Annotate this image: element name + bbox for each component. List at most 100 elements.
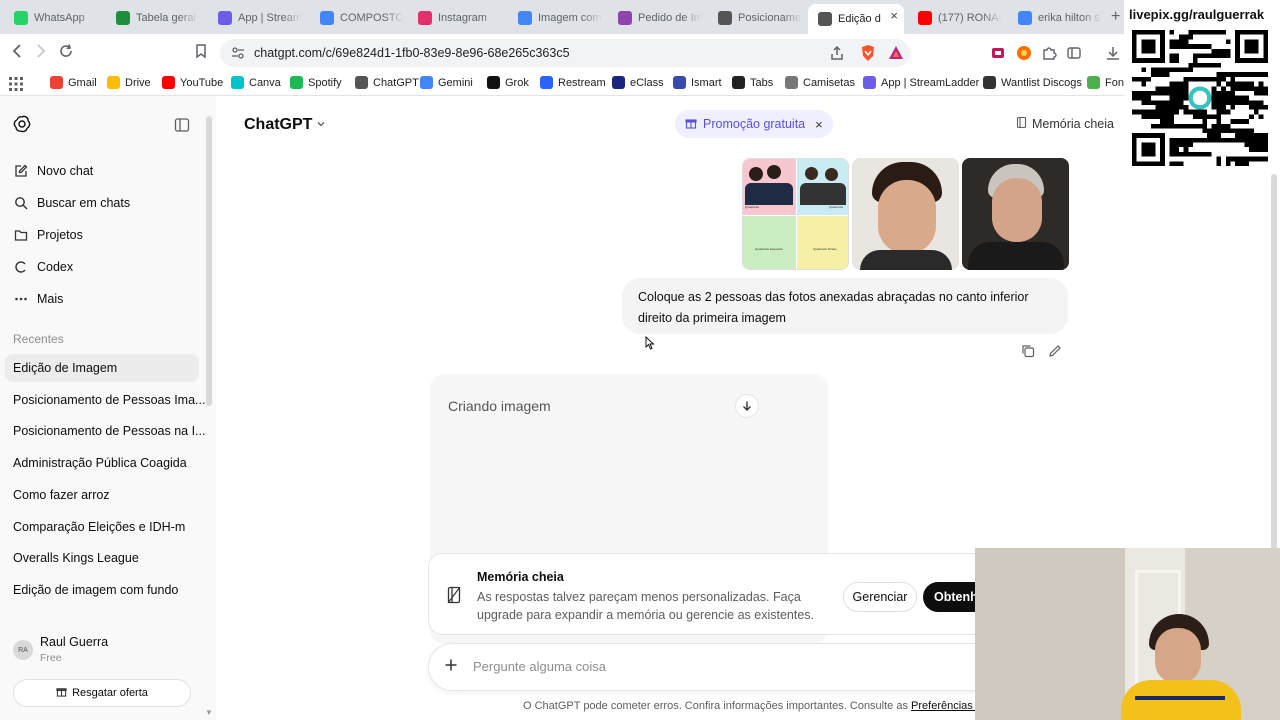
bookmark-label: eClass (630, 76, 664, 89)
bookmark-item[interactable]: ChatGPT (355, 76, 419, 89)
bookmark-item[interactable]: Fon (1087, 76, 1124, 89)
bookmark-label: Drive (125, 76, 151, 89)
brave-shield-icon[interactable] (860, 44, 876, 67)
attachment-image-3[interactable] (962, 158, 1069, 270)
new-tab-button[interactable]: + (1111, 8, 1120, 26)
copy-icon[interactable] (1021, 344, 1035, 361)
sidebar-scrollbar[interactable] (206, 116, 212, 406)
new-chat-button[interactable]: Novo chat (13, 163, 93, 179)
tab-favicon-icon (116, 11, 130, 25)
recent-chat-item[interactable]: Overalls Kings League (13, 551, 139, 565)
browser-tab[interactable]: App | StreamLadder (208, 6, 308, 30)
recent-chat-item[interactable]: Como fazer arroz (13, 488, 110, 502)
plus-icon[interactable] (444, 656, 458, 677)
edit-message-icon[interactable] (1048, 344, 1062, 361)
bookmark-favicon-icon (673, 76, 686, 89)
bookmark-item[interactable]: Wantlist Discogs (983, 76, 1082, 89)
bookmark-item[interactable]: Gmail (50, 76, 97, 89)
main-scrollbar[interactable] (1271, 174, 1277, 550)
back-icon[interactable] (10, 43, 24, 64)
bookmark-item[interactable]: Ismart (673, 76, 722, 89)
download-icon[interactable] (1105, 45, 1121, 66)
free-promo-pill[interactable]: Promoção gratuita × (675, 110, 833, 138)
apps-grid-icon[interactable] (9, 77, 23, 96)
bookmark-label: App | StreamLadder (881, 76, 980, 89)
attachment-image-1[interactable]: Quadrante Quadrante Quadrante Esquerdo Q… (742, 158, 849, 270)
bookmark-label: Ismart (691, 76, 722, 89)
openai-logo-icon[interactable] (13, 115, 31, 138)
message-composer[interactable]: Pergunte alguma coisa (428, 643, 988, 691)
browser-tab[interactable]: erika hilton s (1008, 6, 1108, 30)
browser-tab[interactable]: Posicioname (708, 6, 808, 30)
extension-icon-1[interactable] (990, 45, 1006, 66)
recent-chat-item[interactable]: Edição de Imagem (13, 361, 117, 375)
omnibox[interactable]: chatgpt.com/c/69e824d1-1fb0-83e9-8e96-68… (220, 39, 910, 67)
bookmark-item[interactable]: App | StreamLadder (863, 76, 979, 89)
browser-tab[interactable]: Edição d × (808, 4, 904, 34)
extensions-puzzle-icon[interactable] (1041, 45, 1057, 66)
search-chats-button[interactable]: Buscar em chats (13, 195, 130, 211)
user-menu[interactable]: RA Raul Guerra Free (13, 634, 203, 668)
codex-icon (13, 259, 29, 275)
recent-chat-item[interactable]: Posicionamento de Pessoas na I... (13, 424, 205, 438)
share-icon[interactable] (829, 45, 845, 66)
bookmark-favicon-icon (983, 76, 996, 89)
recent-chat-item[interactable]: Edição de imagem com fundo (13, 583, 178, 597)
attachment-image-2[interactable] (852, 158, 959, 270)
person-figure (825, 168, 838, 181)
bookmark-item[interactable]: Restream (540, 76, 606, 89)
codex-button[interactable]: Codex (13, 259, 73, 275)
url-text[interactable]: chatgpt.com/c/69e824d1-1fb0-83e9-8e96-68… (254, 46, 570, 60)
bookmark-label: Fon (1105, 76, 1124, 89)
browser-tab[interactable]: Pedido de Im (608, 6, 708, 30)
bookmark-icon[interactable] (195, 43, 207, 64)
quadrant-br (797, 216, 848, 269)
close-icon[interactable]: × (815, 117, 823, 132)
gift-icon (56, 686, 67, 700)
browser-tab[interactable]: Tabela geral (106, 6, 204, 30)
bookmark-item[interactable]: Drive (107, 76, 151, 89)
recent-chat-item[interactable]: Administração Pública Coagida (13, 456, 187, 470)
reload-icon[interactable] (58, 43, 74, 64)
shirt-stripe (1135, 696, 1225, 700)
scroll-down-icon[interactable]: ▼ (205, 708, 213, 717)
manage-memory-button[interactable]: Gerenciar (843, 582, 917, 612)
more-button[interactable]: Mais (13, 291, 63, 307)
brave-rewards-icon[interactable] (888, 45, 904, 66)
site-info-icon[interactable] (231, 46, 245, 65)
nav-label: Buscar em chats (37, 196, 131, 210)
bookmark-label: Tabs (750, 76, 774, 89)
bookmark-label: Restream (558, 76, 606, 89)
browser-tab[interactable]: (177) RONAL (908, 6, 1008, 30)
bookmark-item[interactable]: YouTube (162, 76, 223, 89)
tab-favicon-icon (918, 11, 932, 25)
browser-tab[interactable]: COMPOSTOS (310, 6, 410, 30)
recent-chat-item[interactable]: Comparação Eleições e IDH-m (13, 520, 185, 534)
bookmark-label: ChatGPT (373, 76, 419, 89)
sidebar-toggle-icon[interactable] (1066, 45, 1082, 66)
memory-full-button[interactable]: Memória cheia (1016, 116, 1114, 132)
bookmark-label: Canva (249, 76, 281, 89)
collapse-sidebar-icon[interactable] (174, 117, 190, 138)
quadrant-label: Quadrante (829, 205, 844, 209)
browser-tab[interactable]: Imagem com (508, 6, 608, 30)
bookmark-item[interactable]: Grok (487, 76, 529, 89)
projects-button[interactable]: Projetos (13, 227, 83, 243)
bookmark-item[interactable]: Camisetas (785, 76, 855, 89)
bookmark-item[interactable]: Tabs (732, 76, 773, 89)
bookmark-item[interactable]: Canva (231, 76, 281, 89)
extension-icon-2[interactable] (1016, 45, 1032, 66)
browser-tab[interactable]: Instagram (408, 6, 508, 30)
bookmark-item[interactable]: Gemini (420, 76, 473, 89)
browser-tab[interactable]: WhatsApp (4, 6, 104, 30)
bookmark-item[interactable]: Spotify (290, 76, 342, 89)
model-selector[interactable]: ChatGPT (244, 116, 326, 134)
bookmark-favicon-icon (107, 76, 120, 89)
bookmark-item[interactable]: eClass (612, 76, 664, 89)
scroll-down-button[interactable] (735, 394, 759, 418)
more-icon (13, 291, 29, 307)
recent-chat-item[interactable]: Posicionamento de Pessoas Ima... (13, 393, 205, 407)
close-tab-icon[interactable]: × (890, 8, 898, 23)
forward-icon[interactable] (34, 43, 48, 64)
claim-offer-button[interactable]: Resgatar oferta (13, 679, 191, 707)
